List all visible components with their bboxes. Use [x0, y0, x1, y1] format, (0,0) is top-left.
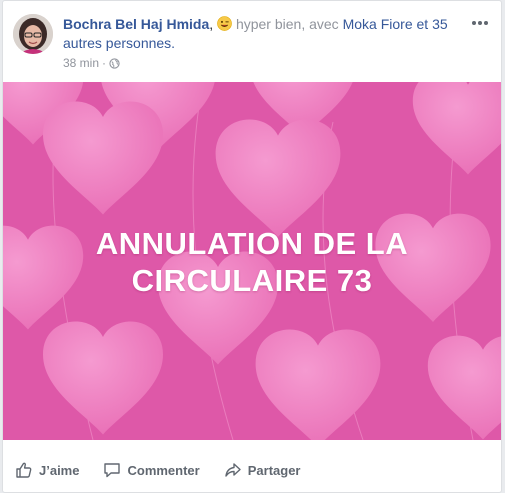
header-separator: , — [209, 16, 214, 32]
globe-icon[interactable] — [109, 57, 120, 69]
tagged-person-link[interactable]: Moka Fiore — [343, 16, 413, 32]
post-actions: J’aime Commenter Partager — [3, 450, 501, 490]
with-text: , avec — [301, 16, 339, 32]
post-meta: 38 min · — [63, 56, 120, 70]
post-image[interactable]: ANNULATION DE LA CIRCULAIRE 73 — [3, 82, 501, 440]
more-options-icon[interactable] — [470, 16, 490, 30]
like-label: J’aime — [39, 462, 80, 478]
share-label: Partager — [247, 462, 301, 478]
comment-icon — [104, 463, 121, 478]
share-arrow-icon — [225, 463, 241, 477]
author-avatar[interactable] — [13, 14, 53, 54]
post-card: Bochra Bel Haj Hmida, hyper bien, avec M… — [2, 0, 502, 493]
image-caption: ANNULATION DE LA CIRCULAIRE 73 — [3, 225, 501, 299]
author-name-link[interactable]: Bochra Bel Haj Hmida — [63, 16, 209, 32]
feeling-text: hyper bien — [235, 16, 302, 32]
winking-face-icon — [217, 16, 232, 31]
timestamp-link[interactable]: 38 min — [63, 56, 99, 70]
share-button[interactable]: Partager — [224, 461, 301, 479]
meta-dot: · — [102, 56, 107, 70]
post-header-text: Bochra Bel Haj Hmida, hyper bien, avec M… — [63, 15, 468, 53]
post-header: Bochra Bel Haj Hmida, hyper bien, avec M… — [3, 1, 501, 81]
like-button[interactable]: J’aime — [15, 461, 79, 479]
comment-label: Commenter — [127, 462, 200, 478]
image-caption-line-1: ANNULATION DE LA — [95, 226, 409, 261]
thumbs-up-icon — [16, 462, 32, 478]
comment-button[interactable]: Commenter — [103, 461, 200, 479]
image-caption-line-2: CIRCULAIRE 73 — [131, 263, 373, 298]
avatar-photo — [13, 14, 53, 54]
